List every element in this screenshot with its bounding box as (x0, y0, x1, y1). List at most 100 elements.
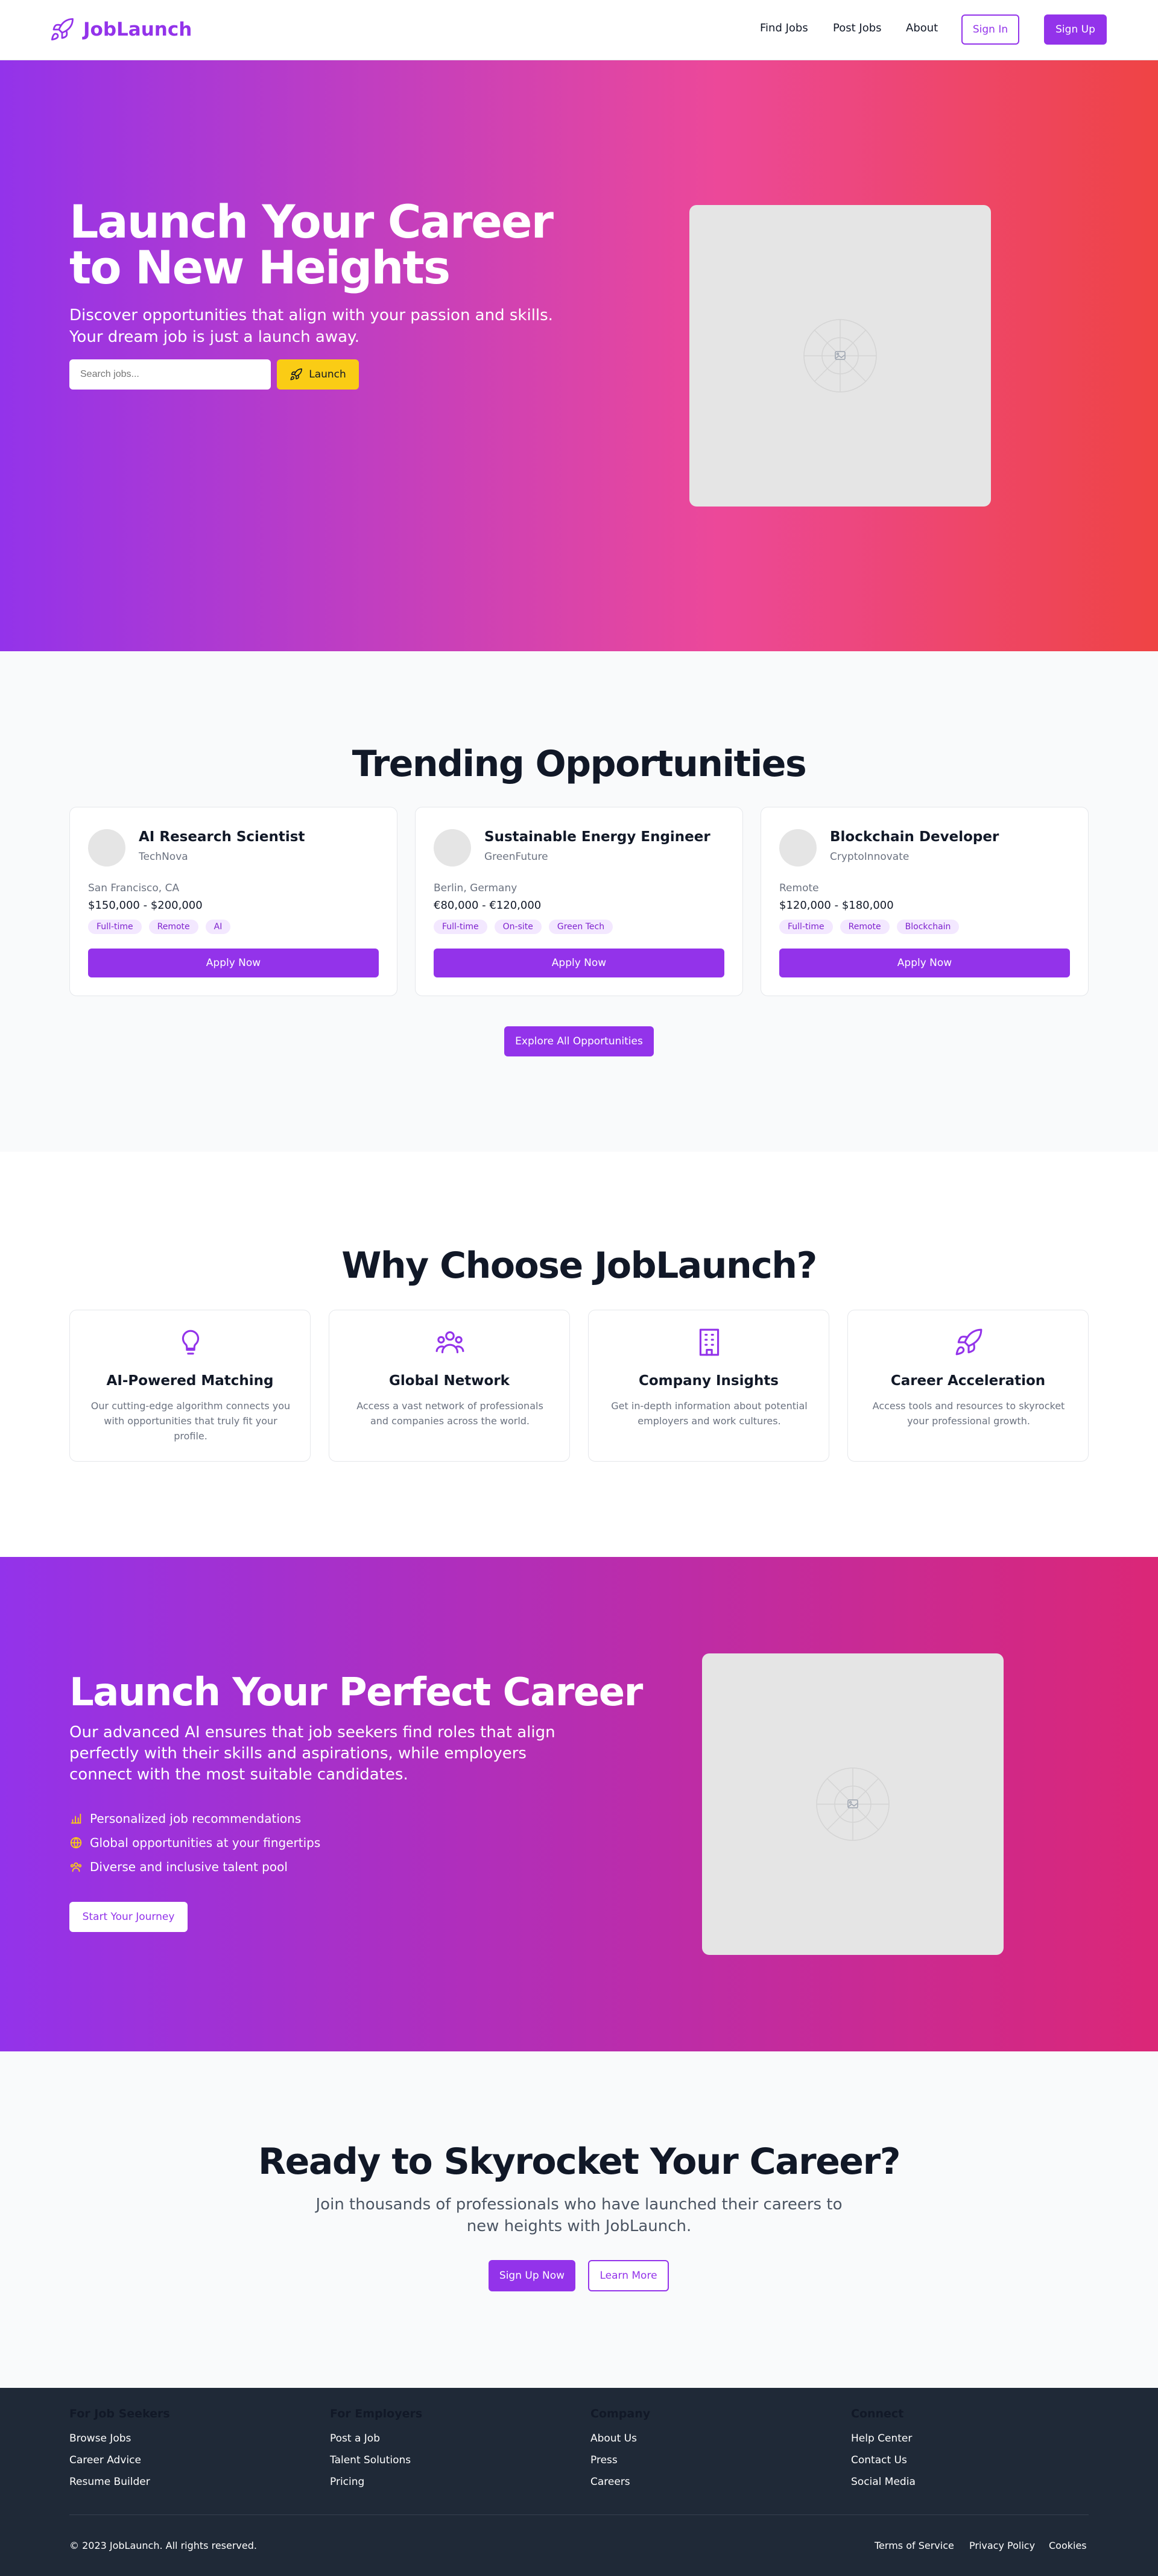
job-location: Berlin, Germany (434, 882, 517, 894)
job-tag: Full-time (779, 920, 833, 934)
job-tag: Full-time (88, 920, 142, 934)
team-icon (70, 1862, 82, 1872)
job-tag: Remote (148, 920, 198, 934)
job-tag: Green Tech (548, 920, 613, 934)
benefit-item: Global opportunities at your fingertips (69, 1836, 320, 1850)
footer-link[interactable]: Careers (590, 2476, 650, 2488)
company-logo (434, 829, 471, 867)
footer-link[interactable]: Post a Job (330, 2432, 422, 2445)
benefit-text: Personalized job recommendations (90, 1811, 302, 1826)
feature-title: Company Insights (638, 1373, 779, 1389)
job-title: AI Research Scientist (139, 829, 305, 845)
building-icon (699, 1328, 720, 1356)
job-tags: Full-time Remote Blockchain (779, 920, 960, 934)
explore-all-button[interactable]: Explore All Opportunities (504, 1026, 654, 1056)
learn-more-button[interactable]: Learn More (588, 2260, 669, 2291)
feature-card: AI-Powered Matching Our cutting-edge alg… (69, 1310, 311, 1462)
nav-link-about[interactable]: About (906, 22, 938, 34)
footer-link[interactable]: Help Center (851, 2432, 916, 2445)
feature-title: AI-Powered Matching (106, 1373, 274, 1389)
job-search-input[interactable] (69, 359, 271, 390)
footer-link[interactable]: Resume Builder (69, 2476, 170, 2488)
feature-description: Access a vast network of professionals a… (356, 1400, 543, 1427)
why-title: Why Choose JobLaunch? (341, 1245, 817, 1287)
rocket-icon (51, 18, 74, 41)
brand-name: JobLaunch (83, 19, 192, 40)
job-salary: €80,000 - €120,000 (434, 899, 542, 912)
footer-link[interactable]: Press (590, 2454, 650, 2466)
job-card: Sustainable Energy Engineer GreenFuture … (415, 807, 743, 996)
footer-divider (69, 2514, 1089, 2515)
start-journey-button[interactable]: Start Your Journey (69, 1902, 188, 1932)
footer-column-connect: Connect Help Center Contact Us Social Me… (851, 2407, 916, 2498)
job-tags: Full-time On-site Green Tech (434, 920, 613, 934)
footer-legal-cookies[interactable]: Cookies (1049, 2540, 1087, 2551)
feature-card: Global Network Access a vast network of … (329, 1310, 570, 1462)
footer-link[interactable]: About Us (590, 2432, 650, 2445)
job-tags: Full-time Remote AI (88, 920, 231, 934)
job-salary: $150,000 - $200,000 (88, 899, 203, 912)
feature-title: Global Network (389, 1373, 510, 1389)
rocket-icon (290, 368, 303, 380)
hero-subtitle: Discover opportunities that align with y… (69, 306, 553, 346)
image-placeholder-icon (816, 1767, 890, 1841)
lightbulb-icon (182, 1330, 200, 1355)
footer-heading: For Employers (330, 2407, 423, 2420)
footer-column-company: Company About Us Press Careers (590, 2407, 650, 2498)
job-tag: On-site (494, 920, 542, 934)
perfect-career-image-placeholder (702, 1653, 1004, 1955)
footer-link[interactable]: Browse Jobs (69, 2432, 170, 2445)
brand-logo[interactable]: JobLaunch (49, 17, 192, 42)
company-name: CryptoInnovate (830, 851, 910, 863)
launch-button[interactable]: Launch (277, 359, 359, 390)
sign-up-now-button[interactable]: Sign Up Now (489, 2260, 575, 2291)
apply-now-button[interactable]: Apply Now (88, 949, 379, 977)
footer-link[interactable]: Career Advice (69, 2454, 170, 2466)
copyright-text: © 2023 JobLaunch. All rights reserved. (69, 2540, 257, 2551)
sign-in-button[interactable]: Sign In (961, 14, 1019, 45)
apply-now-button[interactable]: Apply Now (779, 949, 1070, 977)
footer-column-employers: For Employers Post a Job Talent Solution… (330, 2407, 422, 2498)
image-placeholder-icon (803, 319, 877, 393)
footer-legal-privacy[interactable]: Privacy Policy (969, 2540, 1035, 2551)
job-location: San Francisco, CA (88, 882, 180, 894)
job-tag: AI (205, 920, 231, 934)
apply-now-button[interactable]: Apply Now (434, 949, 724, 977)
footer-link[interactable]: Social Media (851, 2476, 916, 2488)
footer-link[interactable]: Pricing (330, 2476, 422, 2488)
job-tag: Full-time (434, 920, 487, 934)
benefit-text: Global opportunities at your fingertips (90, 1836, 321, 1850)
company-name: TechNova (139, 851, 188, 863)
feature-description: Our cutting-edge algorithm connects you … (90, 1400, 291, 1442)
sign-up-button[interactable]: Sign Up (1044, 14, 1107, 45)
job-card: Blockchain Developer CryptoInnovate Remo… (761, 807, 1089, 996)
rocket-icon (955, 1328, 982, 1356)
footer-heading: Company (590, 2407, 651, 2420)
company-logo (88, 829, 125, 867)
footer-link[interactable]: Contact Us (851, 2454, 916, 2466)
feature-description: Get in-depth information about potential… (611, 1400, 808, 1427)
top-navbar: JobLaunch Find Jobs Post Jobs About Sign… (0, 0, 1158, 60)
hero-title: Launch Your Career to New Heights (69, 195, 554, 294)
users-icon (435, 1331, 464, 1354)
nav-link-post-jobs[interactable]: Post Jobs (833, 22, 882, 34)
feature-description: Access tools and resources to skyrocket … (872, 1400, 1065, 1427)
benefit-text: Diverse and inclusive talent pool (90, 1860, 288, 1874)
job-salary: $120,000 - $180,000 (779, 899, 894, 912)
job-tag: Blockchain (896, 920, 960, 934)
launch-button-label: Launch (309, 368, 346, 380)
trending-title: Trending Opportunities (352, 743, 807, 785)
nav-link-find-jobs[interactable]: Find Jobs (760, 22, 808, 34)
job-title: Sustainable Energy Engineer (484, 829, 710, 845)
hero-image-placeholder (689, 205, 991, 507)
footer-link[interactable]: Talent Solutions (330, 2454, 422, 2466)
company-logo (779, 829, 817, 867)
footer-heading: For Job Seekers (69, 2407, 170, 2420)
footer-column-job-seekers: For Job Seekers Browse Jobs Career Advic… (69, 2407, 170, 2498)
perfect-career-subtitle: Our advanced AI ensures that job seekers… (69, 1723, 555, 1784)
footer-heading: Connect (851, 2407, 904, 2420)
perfect-career-title: Launch Your Perfect Career (69, 1670, 643, 1715)
footer-legal-terms[interactable]: Terms of Service (875, 2540, 954, 2551)
globe-icon (70, 1837, 82, 1849)
feature-title: Career Acceleration (890, 1373, 1046, 1389)
